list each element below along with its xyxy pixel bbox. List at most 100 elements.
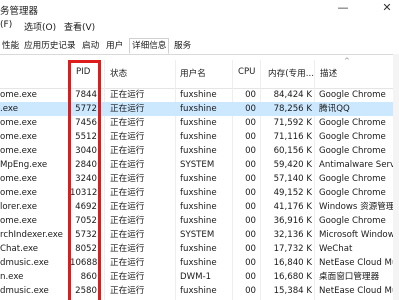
process-description: 腾讯QQ [319,104,350,114]
table-row[interactable]: ome.exe 3240 正在运行 fuxshine 00 57,140 K Google … [0,172,399,186]
process-status: 正在运行 [110,104,145,114]
process-username: fuxshine [180,90,217,100]
tab-performance[interactable]: 性能 [0,39,21,53]
process-description: Google Chrome [319,174,386,184]
table-row[interactable]: .exe 5772 正在运行 fuxshine 00 78,256 K 腾讯QQ [0,102,399,116]
table-row[interactable]: ome.exe 7456 正在运行 fuxshine 00 71,592 K Google … [0,116,399,130]
minimize-button[interactable]: — [332,0,354,18]
table-row[interactable]: dmusic.exe 2580 正在运行 fuxshine 00 15,384 K NetE… [0,284,399,298]
process-username: SYSTEM [180,230,215,240]
process-name: MpEng.exe [0,160,48,170]
process-memory: 49,152 K [273,188,312,198]
process-name: rchIndexer.exe [0,230,63,240]
process-status: 正在运行 [110,174,145,184]
process-cpu: 00 [245,202,256,212]
process-description: Microsoft Windows [319,230,399,240]
process-name: ome.exe [0,146,37,156]
process-cpu: 00 [245,132,256,142]
column-header-cpu[interactable]: CPU [238,67,255,77]
window-title: 务管理器 [0,6,39,17]
process-description: Antimalware Service [319,160,399,170]
process-cpu: 00 [245,272,256,282]
table-row[interactable]: Chat.exe 8052 正在运行 fuxshine 00 17,732 K WeChat [0,242,399,256]
process-status: 正在运行 [110,188,145,198]
process-description: Google Chrome [319,216,386,226]
tab-app-history[interactable]: 应用历史记录 [22,39,78,53]
process-memory: 57,140 K [273,174,312,184]
table-row[interactable]: dmusic.exe 10688 正在运行 fuxshine 00 16,840 K Net… [0,256,399,270]
table-row[interactable]: ome.exe 5512 正在运行 fuxshine 00 71,116 K Google … [0,130,399,144]
menu-file[interactable]: (F) [0,20,12,30]
column-header-description[interactable]: 描述 [320,67,337,79]
table-row[interactable]: MpEng.exe 2840 正在运行 SYSTEM 00 59,420 K Antimal… [0,158,399,172]
process-cpu: 00 [245,258,256,268]
process-status: 正在运行 [110,244,145,254]
process-username: fuxshine [180,132,217,142]
column-header-memory[interactable]: 内存(专用... [268,67,314,79]
process-memory: 36,916 K [273,216,312,226]
process-username: fuxshine [180,258,217,268]
process-status: 正在运行 [110,216,145,226]
tab-bar: 性能 应用历史记录 启动 用户 详细信息 服务 [0,37,399,55]
process-name: ome.exe [0,216,37,226]
table-row[interactable]: n.exe 860 正在运行 DWM-1 00 16,680 K 桌面窗口管理器 [0,270,399,284]
table-row[interactable]: lorer.exe 4692 正在运行 fuxshine 00 41,176 K Windo… [0,200,399,214]
vertical-scrollbar[interactable] [393,54,399,300]
process-description: Windows 资源管理器 [319,202,399,212]
title-bar: 务管理器 — ✕ [0,0,399,18]
process-memory: 71,592 K [273,118,312,128]
process-cpu: 00 [245,244,256,254]
table-row[interactable]: ome.exe 7844 正在运行 fuxshine 00 84,424 K Google … [0,88,399,102]
process-description: WeChat [319,244,353,254]
table-row[interactable]: ome.exe 10312 正在运行 fuxshine 00 49,152 K Google… [0,186,399,200]
process-status: 正在运行 [110,286,145,296]
process-username: fuxshine [180,286,217,296]
process-cpu: 00 [245,104,256,114]
table-row[interactable]: rchIndexer.exe 5732 正在运行 SYSTEM 00 32,136 K Mi… [0,228,399,242]
process-username: fuxshine [180,244,217,254]
process-description: Google Chrome [319,118,386,128]
process-username: SYSTEM [180,160,215,170]
process-memory: 32,136 K [273,230,312,240]
process-status: 正在运行 [110,272,145,282]
process-status: 正在运行 [110,146,145,156]
sort-indicator-icon: ^ [344,57,350,65]
tab-users[interactable]: 用户 [104,39,125,53]
process-memory: 60,156 K [273,146,312,156]
process-status: 正在运行 [110,132,145,142]
process-cpu: 00 [245,286,256,296]
process-status: 正在运行 [110,258,145,268]
tab-startup[interactable]: 启动 [80,39,101,53]
table-row[interactable]: ome.exe 7052 正在运行 fuxshine 00 36,916 K Google … [0,214,399,228]
process-name: n.exe [0,272,24,282]
process-username: fuxshine [180,146,217,156]
process-status: 正在运行 [110,90,145,100]
process-name: ome.exe [0,188,37,198]
process-memory: 71,116 K [273,132,312,142]
column-header-status[interactable]: 状态 [110,67,127,79]
process-name: ome.exe [0,118,37,128]
tab-details[interactable]: 详细信息 [129,38,170,54]
process-name: ome.exe [0,174,37,184]
table-row[interactable]: ome.exe 3040 正在运行 fuxshine 00 60,156 K Google … [0,144,399,158]
tab-services[interactable]: 服务 [172,39,193,53]
column-header-row: PID 状态 用户名 CPU 内存(专用... 描述 [0,60,399,89]
process-cpu: 00 [245,160,256,170]
menu-bar: (F) 选项(O) 查看(V) [0,18,399,35]
process-memory: 16,680 K [273,272,312,282]
menu-options[interactable]: 选项(O) [24,20,56,33]
process-name: .exe [0,104,18,114]
process-username: fuxshine [180,174,217,184]
process-username: fuxshine [180,188,217,198]
process-description: Google Chrome [319,188,386,198]
process-description: Google Chrome [319,146,386,156]
process-description: NetEase Cloud Music [319,286,399,296]
menu-view[interactable]: 查看(V) [64,20,95,33]
process-memory: 17,732 K [273,244,312,254]
process-memory: 15,384 K [273,286,312,296]
column-header-username[interactable]: 用户名 [180,67,206,79]
process-cpu: 00 [245,146,256,156]
process-status: 正在运行 [110,160,145,170]
close-button[interactable]: ✕ [376,0,398,18]
process-username: fuxshine [180,104,217,114]
